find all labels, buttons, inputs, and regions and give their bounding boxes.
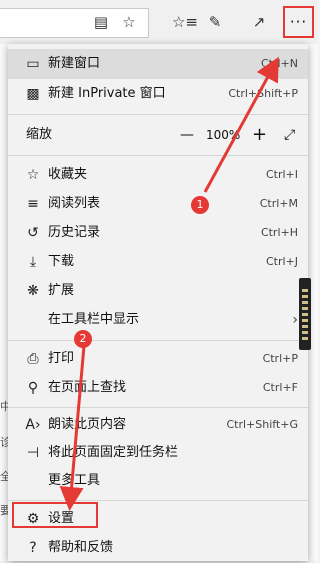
arrow-to-settings	[59, 345, 86, 511]
step-badge-2: 2	[74, 330, 92, 348]
annotation-arrows	[59, 56, 279, 511]
step-badge-1: 1	[191, 196, 209, 214]
arrow-to-more-button	[203, 56, 279, 193]
